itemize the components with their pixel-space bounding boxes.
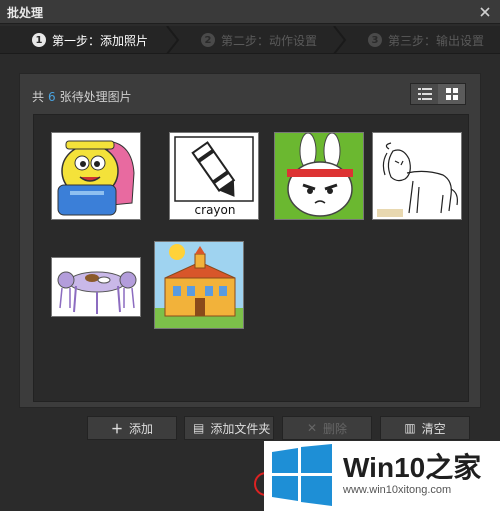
wizard-steps: 1 第一步：添加照片 2 第二步：动作设置 3 第三步：输出设置 (0, 26, 500, 54)
list-view-button[interactable] (411, 84, 438, 104)
close-button[interactable] (476, 3, 494, 21)
watermark-brand: Win10之家 (343, 446, 481, 486)
crayon-caption: crayon (194, 203, 236, 217)
thumbnail-crayon[interactable]: crayon (169, 132, 259, 220)
add-folder-label: 添加文件夹 (210, 421, 271, 436)
list-icon (417, 88, 432, 100)
grid-icon (445, 88, 458, 100)
trash-icon: ▥ (404, 421, 416, 435)
clear-label: 清空 (421, 421, 446, 436)
title-bar: 批处理 (0, 0, 500, 24)
folder-icon: ▤ (193, 421, 205, 435)
thumbnail-lion[interactable] (372, 132, 462, 220)
step-2[interactable]: 2 第二步：动作设置 (201, 26, 317, 54)
panel-header: 共 6 张待处理图片 (20, 74, 480, 114)
school-image (155, 242, 243, 328)
thumbnail-backpack[interactable] (51, 132, 141, 220)
add-button[interactable]: ＋ 添加 (87, 416, 177, 440)
step-number: 2 (201, 33, 215, 47)
step-3[interactable]: 3 第三步：输出设置 (368, 26, 484, 54)
clear-button[interactable]: ▥ 清空 (380, 416, 470, 440)
step-arrow-icon (333, 26, 347, 54)
backpack-image (52, 133, 140, 219)
add-folder-button[interactable]: ▤ 添加文件夹 (184, 416, 274, 440)
step-1[interactable]: 1 第一步：添加照片 (32, 26, 148, 54)
plus-icon: ＋ (110, 421, 123, 436)
windows-logo-icon (272, 444, 332, 506)
brand-cn-text: 之家 (425, 452, 482, 483)
brand-text: Win10 (343, 452, 426, 483)
delete-button[interactable]: ✕ 删除 (282, 416, 372, 440)
grid-view-button[interactable] (438, 84, 465, 104)
count-suffix: 张待处理图片 (59, 90, 132, 104)
watermark-url: www.win10xitong.com (343, 484, 452, 496)
thumbnail-school[interactable] (154, 241, 244, 329)
window-title: 批处理 (7, 6, 44, 20)
step-arrow-icon (166, 26, 180, 54)
photo-count: 共 6 张待处理图片 (32, 88, 132, 105)
delete-label: 删除 (323, 421, 348, 436)
thumbnail-rabbit[interactable] (274, 132, 364, 220)
rabbit-image (275, 133, 363, 219)
count-number: 6 (48, 90, 56, 104)
lion-image (373, 133, 461, 219)
view-toggle (410, 83, 466, 105)
step-label: 第三步：输出设置 (388, 33, 485, 48)
delete-icon: ✕ (306, 421, 318, 435)
step-number: 1 (32, 33, 46, 47)
table-image (52, 258, 140, 316)
close-icon (480, 7, 490, 17)
thumbnail-table[interactable] (51, 257, 141, 317)
step-label: 第一步：添加照片 (52, 33, 149, 48)
photo-panel: 共 6 张待处理图片 crayon (19, 73, 481, 408)
count-prefix: 共 (32, 90, 45, 104)
add-label: 添加 (129, 421, 154, 436)
step-number: 3 (368, 33, 382, 47)
step-label: 第二步：动作设置 (221, 33, 318, 48)
thumbnail-grid: crayon (33, 114, 469, 402)
